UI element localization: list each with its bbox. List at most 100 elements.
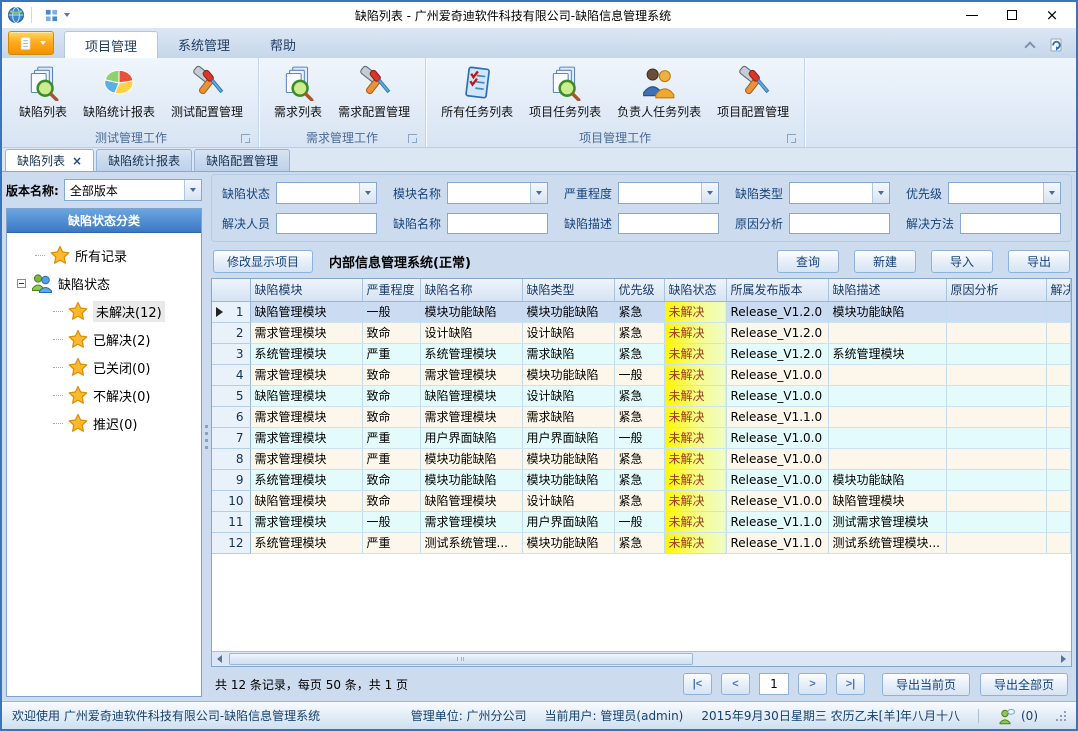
tree-collapse-icon[interactable]: [17, 279, 26, 288]
scroll-left-icon[interactable]: [212, 652, 227, 666]
table-row[interactable]: 11需求管理模块一般需求管理模块用户界面缺陷一般未解决Release_V1.1.…: [212, 511, 1071, 532]
chevron-down-icon[interactable]: [184, 180, 201, 200]
row-indicator: 11: [212, 511, 250, 532]
dialog-launcher-icon[interactable]: [408, 134, 417, 143]
table-row[interactable]: 9系统管理模块致命模块功能缺陷模块功能缺陷紧急未解决Release_V1.0.0…: [212, 469, 1071, 490]
column-header[interactable]: 原因分析: [946, 279, 1046, 301]
tree-item[interactable]: 所有记录: [7, 241, 201, 269]
column-header[interactable]: 解决方法: [1046, 279, 1071, 301]
tree-item[interactable]: 已解决(2): [7, 325, 201, 353]
close-button[interactable]: ×: [1032, 2, 1072, 28]
export-all-pages-button[interactable]: 导出全部页: [980, 673, 1068, 696]
chevron-down-icon[interactable]: [872, 183, 889, 203]
first-page-button[interactable]: |<: [683, 673, 712, 695]
table-row[interactable]: 4需求管理模块致命需求管理模块模块功能缺陷一般未解决Release_V1.0.0: [212, 364, 1071, 385]
column-header[interactable]: 缺陷类型: [522, 279, 614, 301]
ribbon-button[interactable]: 测试配置管理: [164, 63, 250, 122]
table-cell: 致命: [362, 322, 420, 343]
column-header[interactable]: 优先级: [614, 279, 664, 301]
next-page-button[interactable]: >: [798, 673, 827, 695]
last-page-button[interactable]: >|: [836, 673, 865, 695]
messages-indicator[interactable]: (0): [997, 706, 1038, 726]
table-row[interactable]: 8需求管理模块严重模块功能缺陷模块功能缺陷紧急未解决Release_V1.0.0: [212, 448, 1071, 469]
column-header[interactable]: 缺陷名称: [420, 279, 522, 301]
tree-item[interactable]: 未解决(12): [7, 297, 201, 325]
column-header[interactable]: 缺陷模块: [250, 279, 362, 301]
tree-item[interactable]: 推迟(0): [7, 409, 201, 437]
table-row[interactable]: 12系统管理模块严重测试系统管理...模块功能缺陷紧急未解决Release_V1…: [212, 532, 1071, 553]
ribbon-button[interactable]: 需求配置管理: [331, 63, 417, 122]
filter-input[interactable]: [618, 213, 719, 234]
filter-combo[interactable]: [447, 182, 548, 204]
table-row[interactable]: 5缺陷管理模块致命缺陷管理模块设计缺陷紧急未解决Release_V1.0.0: [212, 385, 1071, 406]
table-row[interactable]: 1缺陷管理模块一般模块功能缺陷模块功能缺陷紧急未解决Release_V1.2.0…: [212, 301, 1071, 322]
export-current-page-button[interactable]: 导出当前页: [882, 673, 970, 696]
table-cell: 未解决: [664, 364, 726, 385]
column-header[interactable]: 严重程度: [362, 279, 420, 301]
filter-combo[interactable]: [789, 182, 890, 204]
ribbon-button[interactable]: 所有任务列表: [434, 63, 520, 122]
import-button[interactable]: 导入: [931, 250, 993, 273]
table-cell: 未解决: [664, 322, 726, 343]
resize-grip[interactable]: [1056, 711, 1066, 721]
ribbon-button[interactable]: 负责人任务列表: [610, 63, 708, 122]
ribbon-tab[interactable]: 项目管理: [64, 31, 158, 58]
chevron-down-icon[interactable]: [1043, 183, 1060, 203]
chevron-down-icon[interactable]: [359, 183, 376, 203]
document-tab[interactable]: 缺陷配置管理: [194, 149, 290, 171]
tree-item[interactable]: 不解决(0): [7, 381, 201, 409]
page-number-input[interactable]: [759, 673, 789, 695]
horizontal-scrollbar[interactable]: [212, 651, 1071, 666]
query-button[interactable]: 查询: [777, 250, 839, 273]
ribbon-button[interactable]: 需求列表: [267, 63, 329, 122]
filter-combo[interactable]: [618, 182, 719, 204]
filter-input[interactable]: [447, 213, 548, 234]
ribbon-collapse-icon[interactable]: [1024, 41, 1035, 52]
ribbon-tab[interactable]: 帮助: [250, 31, 316, 58]
tree-item[interactable]: 已关闭(0): [7, 353, 201, 381]
version-select[interactable]: 全部版本: [64, 179, 202, 201]
table-row[interactable]: 2需求管理模块致命设计缺陷设计缺陷紧急未解决Release_V1.2.0: [212, 322, 1071, 343]
maximize-button[interactable]: [992, 2, 1032, 28]
dialog-launcher-icon[interactable]: [787, 134, 796, 143]
column-header[interactable]: 缺陷描述: [828, 279, 946, 301]
tree-item[interactable]: 缺陷状态: [7, 269, 201, 297]
ribbon-tab[interactable]: 系统管理: [158, 31, 250, 58]
filter-input[interactable]: [960, 213, 1061, 234]
app-window: 缺陷列表 - 广州爱奇迪软件科技有限公司-缺陷信息管理系统 × 项目管理系统管理…: [0, 0, 1078, 731]
close-icon[interactable]: ×: [72, 155, 82, 167]
ribbon-button[interactable]: 项目配置管理: [710, 63, 796, 122]
ribbon-button[interactable]: 项目任务列表: [522, 63, 608, 122]
dialog-launcher-icon[interactable]: [241, 134, 250, 143]
filter-input[interactable]: [789, 213, 890, 234]
table-cell: 模块功能缺陷: [522, 469, 614, 490]
document-tab[interactable]: 缺陷统计报表: [96, 149, 192, 171]
chevron-down-icon[interactable]: [701, 183, 718, 203]
ribbon-button[interactable]: 缺陷列表: [12, 63, 74, 122]
table-row[interactable]: 10缺陷管理模块致命缺陷管理模块设计缺陷紧急未解决Release_V1.0.0缺…: [212, 490, 1071, 511]
column-header[interactable]: 所属发布版本: [726, 279, 828, 301]
application-menu-button[interactable]: [8, 31, 54, 55]
splitter-handle[interactable]: [202, 172, 211, 701]
refresh-page-icon[interactable]: [1046, 35, 1066, 55]
titlebar-divider: [31, 7, 32, 23]
new-button[interactable]: 新建: [854, 250, 916, 273]
filter-combo[interactable]: [948, 182, 1061, 204]
minimize-button[interactable]: [952, 2, 992, 28]
scroll-right-icon[interactable]: [1056, 652, 1071, 666]
doc-search-icon: [25, 65, 61, 101]
modify-display-items-button[interactable]: 修改显示项目: [213, 250, 313, 273]
prev-page-button[interactable]: <: [721, 673, 750, 695]
column-header[interactable]: 缺陷状态: [664, 279, 726, 301]
quick-access-toolbar-button[interactable]: [37, 3, 74, 27]
table-row[interactable]: 3系统管理模块严重系统管理模块需求缺陷紧急未解决Release_V1.2.0系统…: [212, 343, 1071, 364]
table-row[interactable]: 6需求管理模块致命需求管理模块需求缺陷紧急未解决Release_V1.1.0: [212, 406, 1071, 427]
filter-input[interactable]: [276, 213, 377, 234]
table-row[interactable]: 7需求管理模块严重用户界面缺陷用户界面缺陷一般未解决Release_V1.0.0: [212, 427, 1071, 448]
chevron-down-icon[interactable]: [530, 183, 547, 203]
document-tab[interactable]: 缺陷列表×: [5, 149, 94, 171]
ribbon-button[interactable]: 缺陷统计报表: [76, 63, 162, 122]
export-button[interactable]: 导出: [1008, 250, 1070, 273]
scrollbar-thumb[interactable]: [229, 653, 693, 665]
filter-combo[interactable]: [276, 182, 377, 204]
